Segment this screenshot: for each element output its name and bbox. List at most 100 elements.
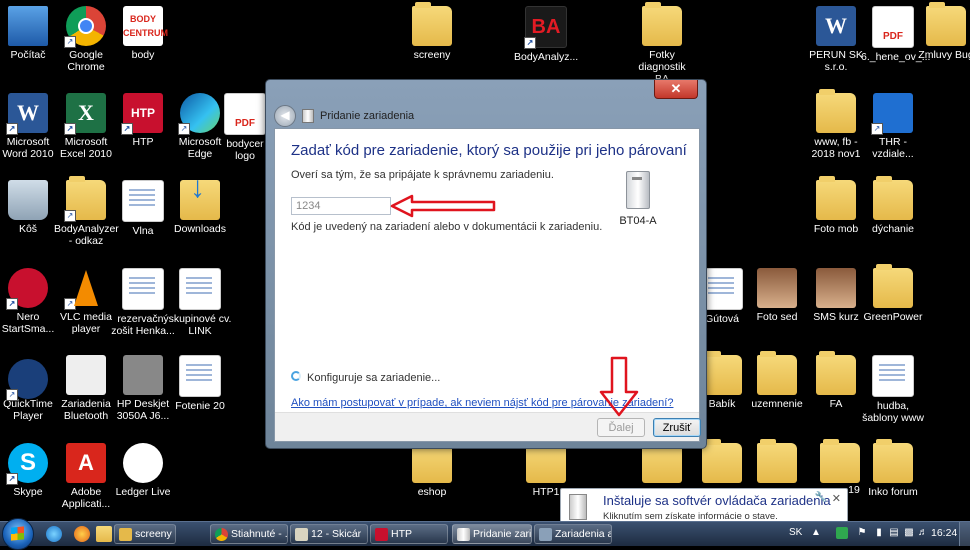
printer-icon [123,355,163,395]
pairing-code-input[interactable] [291,197,391,215]
dialog-title: Pridanie zariadenia [320,110,415,122]
desktop-icon-body[interactable]: BODY CENTRUM body [111,6,175,61]
desktop-icon-dychanie[interactable]: dýchanie [861,176,925,235]
action-center-flag-icon[interactable]: ⚑ [856,527,868,539]
folder-icon [702,351,742,395]
clock[interactable]: 16:24 [931,527,957,539]
start-button[interactable] [2,518,34,550]
shortcut-arrow-icon: ↗ [121,123,133,135]
desktop-icon-hp-deskjet[interactable]: HP Deskjet 3050A J6... [111,355,175,422]
desktop-icon-ledger[interactable]: Ledger Live [111,443,175,498]
folder-icon [820,439,860,483]
desktop-icon-bodyanalyzer-odkaz[interactable]: ↗ BodyAnalyzer - odkaz [54,176,119,247]
task-skicar[interactable]: 12 - Skicár [290,524,368,544]
desktop-icon-word[interactable]: W ↗ Microsoft Word 2010 [0,93,60,160]
desktop-icon-folder-unnamed-1[interactable] [630,439,694,486]
desktop-icon-bluetooth-devices[interactable]: Zariadenia Bluetooth [54,355,118,422]
pairing-code-help-link[interactable]: Ako mám postupovať v prípade, ak neviem … [291,397,673,409]
desktop-icon-vlna[interactable]: Vlna [111,180,175,237]
add-device-dialog: ✕ ◀ Pridanie zariadenia Zadať kód pre za… [265,79,707,449]
desktop-icon-thr[interactable]: ↗ THR - vzdiale... [861,93,925,160]
device-icon [457,528,470,541]
ba-logo-icon: BA ↗ [524,6,567,49]
desktop-icon-perun[interactable]: W PERUN SK s.r.o. [804,6,868,73]
downloads-folder-icon [180,180,220,220]
document-icon [179,355,221,397]
desktop-icon-htp[interactable]: HTP ↗ HTP [111,93,175,148]
device-install-tray-icon[interactable] [836,527,848,539]
desktop-icon-hudba[interactable]: hudba, šablony www [861,355,925,424]
recycle-bin-icon [8,180,48,220]
photo-folder-icon [816,268,856,308]
pairing-code-hint: Kód je uvedený na zariadení alebo v doku… [291,221,603,233]
close-button[interactable]: ✕ [654,80,698,99]
task-pridanie-zariadenia[interactable]: Pridanie zari... [452,524,532,544]
chrome-icon [215,528,228,541]
next-button[interactable]: Ďalej [597,418,645,437]
desktop-icon-folder-unnamed-3[interactable] [745,439,809,486]
battery-icon[interactable]: ▮ [873,527,885,539]
tray-expand-icon[interactable]: ▲ [810,527,822,539]
explorer-icon[interactable] [96,526,112,542]
shortcut-arrow-icon: ↗ [524,37,536,49]
device-tile: BT04-A [610,171,666,227]
dialog-footer: Ďalej Zrušiť [275,412,701,441]
notification-close-icon[interactable]: ✕ [832,492,841,505]
device-tray-icon[interactable]: ▤ [888,527,900,539]
desktop-icon-screeny[interactable]: screeny [400,2,464,61]
document-icon [179,268,221,310]
desktop-icon-skype[interactable]: S ↗ Skype [0,443,60,498]
folder-icon [873,264,913,308]
desktop-icon-skupinove[interactable]: skupinové cv. LINK [168,268,232,337]
show-desktop-button[interactable] [959,522,970,546]
desktop-icon-vlc[interactable]: ↗ VLC media player [54,268,118,335]
volume-icon[interactable]: ♬ [917,527,929,539]
desktop-icon-fa[interactable]: FA [804,351,868,410]
desktop-icon-foto-mob[interactable]: Foto mob [804,176,868,235]
shortcut-arrow-icon: ↗ [64,210,76,222]
desktop-icon-rezervacny[interactable]: rezervačný zošit Henka... [111,268,175,337]
back-button[interactable]: ◀ [274,105,296,127]
printer-icon [66,355,106,395]
desktop-icon-uzemnenie[interactable]: uzemnenie [745,351,809,410]
wrench-icon[interactable]: 🔧 [815,492,827,503]
folder-icon [757,351,797,395]
language-indicator[interactable]: SK [789,527,802,538]
network-signal-icon[interactable]: ▩ [903,527,915,539]
desktop-icon-www[interactable]: www, fb - 2018 nov1 [804,89,868,160]
desktop-icon-bodycer[interactable]: PDF bodycer logo [220,93,270,162]
desktop-icon-computer[interactable]: Počítač [0,6,60,61]
shortcut-arrow-icon: ↗ [6,389,18,401]
desktop-icon-zmluvy[interactable]: Zmluvy Bug [916,2,970,61]
internet-explorer-icon[interactable] [46,526,62,542]
desktop-icon-downloads[interactable]: Downloads [168,180,232,235]
edge-icon: ↗ [178,93,220,135]
desktop-icon-greenpower[interactable]: GreenPower [861,264,925,323]
task-screeny[interactable]: screeny [114,524,176,544]
task-zariadenia[interactable]: Zariadenia a ... [534,524,612,544]
task-stiahnute[interactable]: Stiahnuté - ... [210,524,288,544]
desktop-icon-fotky[interactable]: Fotky diagnostik BA [630,2,694,85]
word-icon: W ↗ [6,93,48,135]
busy-spinner-icon [291,371,301,381]
desktop-icon-quicktime[interactable]: ↗ QuickTime Player [0,355,60,422]
desktop-icon-adobe[interactable]: A Adobe Applicati... [54,443,118,510]
desktop-icon-inko-forum[interactable]: Inko forum [861,439,925,498]
desktop-icon-bodyanalyz[interactable]: BA ↗ BodyAnalyz... [514,6,578,63]
desktop-icon-eshop[interactable]: eshop [400,439,464,498]
desktop-icon-recycle-bin[interactable]: Kôš [0,180,60,235]
task-htp[interactable]: HTP [370,524,448,544]
desktop-icon-fotenie[interactable]: Fotenie 20 [168,355,232,412]
shortcut-arrow-icon: ↗ [6,298,18,310]
firefox-icon[interactable] [74,526,90,542]
word-icon: W [816,6,856,46]
desktop-icon-excel[interactable]: X ↗ Microsoft Excel 2010 [54,93,118,160]
cancel-button[interactable]: Zrušiť [653,418,701,437]
device-tower-icon [626,171,650,209]
desktop-icon-chrome[interactable]: ↗ Google Chrome [54,6,118,73]
desktop-icon-sms-kurz[interactable]: SMS kurz [804,268,868,323]
desktop-icon-nero[interactable]: ↗ Nero StartSma... [0,268,60,335]
folder-icon [757,439,797,483]
ledger-icon [123,443,163,483]
desktop-icon-foto-sed[interactable]: Foto sed [745,268,809,323]
